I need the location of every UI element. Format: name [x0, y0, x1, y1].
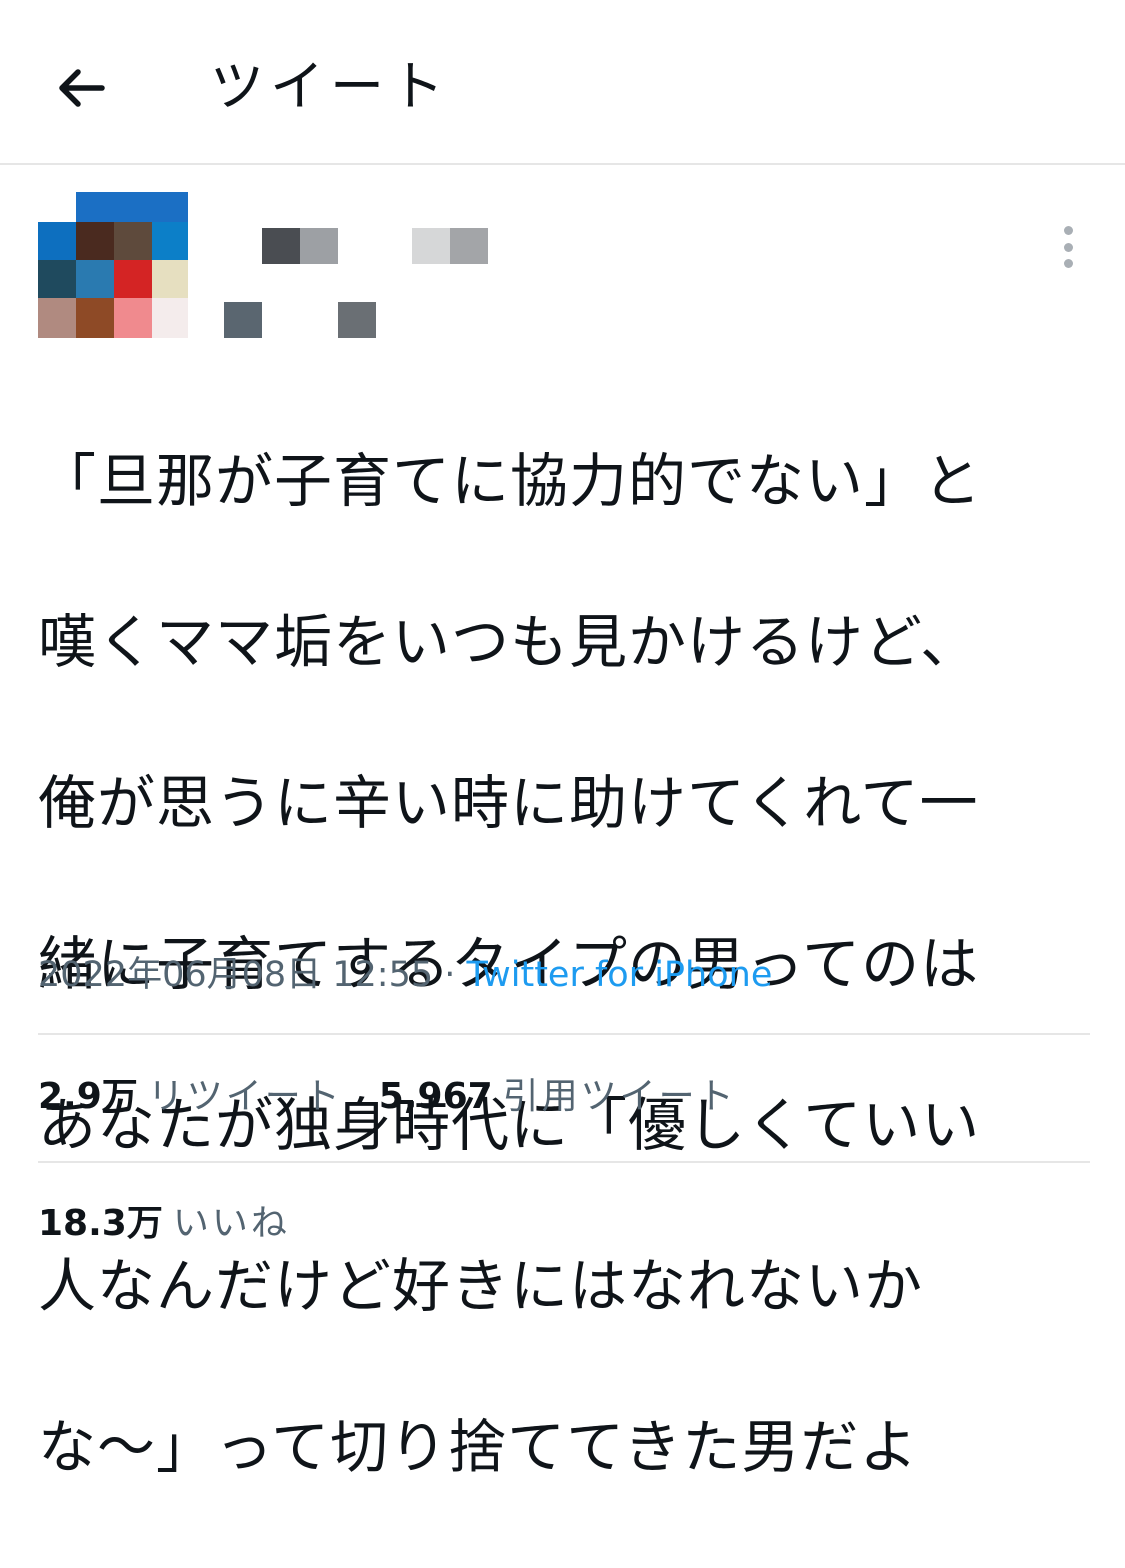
top-bar: ツイート [0, 0, 1125, 165]
author-display-name[interactable] [262, 228, 488, 264]
tweet-source-link[interactable]: Twitter for iPhone [467, 955, 773, 995]
retweets-count: 2.9万 [38, 1076, 138, 1117]
arrow-left-icon [59, 69, 105, 107]
tweet-text-line: 嘆くママ垢をいつも見かけるけど、 [38, 607, 980, 676]
meta-separator: · [433, 955, 467, 995]
tweet-text-line: な〜」って切り捨ててきた男だよ [38, 1412, 919, 1481]
page-title: ツイート [210, 55, 450, 118]
more-options-icon[interactable] [1048, 222, 1088, 272]
likes-label: いいね [172, 1203, 290, 1244]
back-button[interactable] [44, 52, 116, 124]
likes-stat[interactable]: 18.3万 いいね [38, 1199, 290, 1249]
divider [38, 1033, 1090, 1035]
retweets-stat[interactable]: 2.9万 リツイート [38, 1072, 343, 1122]
quote-tweets-stat[interactable]: 5,967 引用ツイート [379, 1072, 737, 1122]
retweet-stats-row: 2.9万 リツイート 5,967 引用ツイート [38, 1072, 737, 1122]
divider [38, 1161, 1090, 1163]
quote-tweets-label: 引用ツイート [502, 1076, 737, 1117]
likes-count: 18.3万 [38, 1203, 163, 1244]
retweets-label: リツイート [147, 1076, 343, 1117]
tweet-meta: 2022年06月08日 12:55 · Twitter for iPhone [38, 950, 772, 1000]
tweet-text-line: 人なんだけど好きにはなれないか [38, 1251, 924, 1320]
tweet-timestamp[interactable]: 2022年06月08日 12:55 [38, 955, 433, 995]
author-avatar[interactable] [38, 192, 188, 338]
author-handle[interactable] [224, 302, 376, 338]
quote-tweets-count: 5,967 [378, 1076, 493, 1117]
likes-stats-row: 18.3万 いいね [38, 1199, 290, 1249]
tweet-text-line: 「旦那が子育てに協力的でない」と [38, 446, 983, 515]
tweet-text-line: 俺が思うに辛い時に助けてくれて一 [38, 768, 979, 837]
